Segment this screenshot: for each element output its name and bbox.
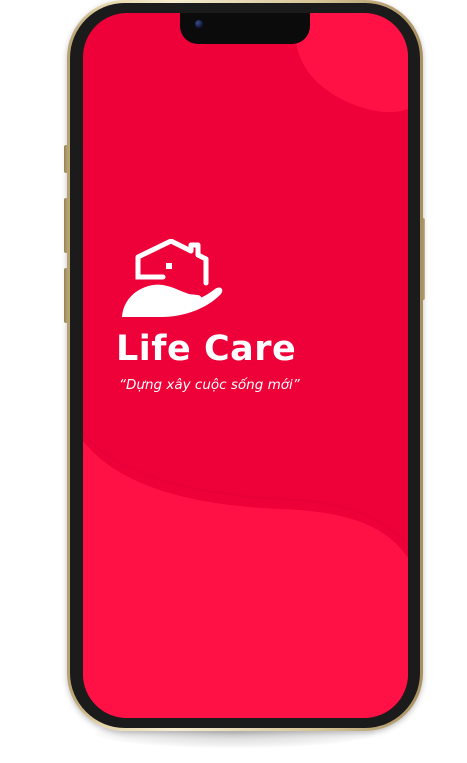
house-in-hand-icon xyxy=(122,239,223,317)
app-title: Life Care xyxy=(116,329,297,369)
app-tagline: “Dựng xây cuộc sống mới” xyxy=(119,377,300,393)
splash-screen: Life Care “Dựng xây cuộc sống mới” xyxy=(83,13,408,718)
front-camera-icon xyxy=(195,20,203,28)
camera-notch xyxy=(180,13,310,44)
